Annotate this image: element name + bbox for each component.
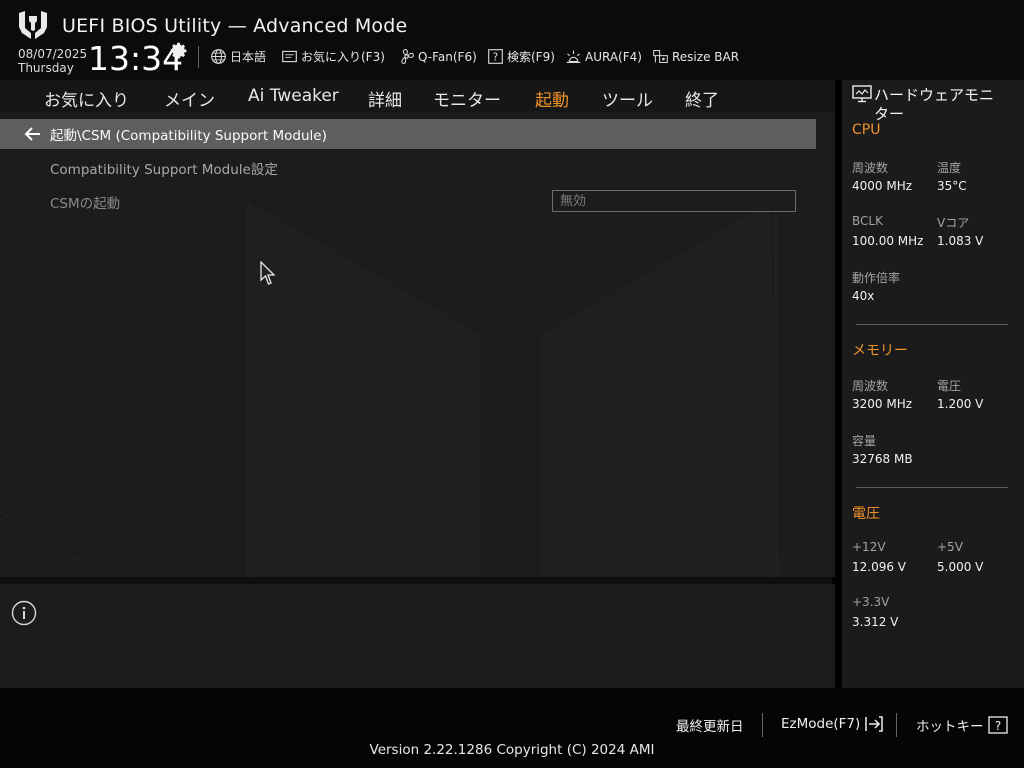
mem-freq-label: 周波数 — [852, 379, 889, 393]
top-bar: UEFI BIOS Utility — Advanced Mode 08/07/… — [0, 0, 1024, 80]
aura-label: AURA(F4) — [585, 49, 642, 64]
mouse-cursor-icon — [260, 261, 276, 285]
cpu-ratio-label: 動作倍率 — [852, 271, 901, 285]
ezmode-label: EzMode(F7) — [781, 716, 861, 732]
tab-favorites[interactable]: お気に入り — [44, 86, 129, 111]
clock-time: 13:34 — [88, 39, 184, 78]
search-button[interactable]: ? 検索(F9) — [487, 48, 555, 65]
cpu-bclk-value: 100.00 MHz — [852, 234, 924, 248]
cpu-section-title: CPU — [852, 122, 881, 138]
fan-icon — [401, 49, 414, 64]
ezmode-button[interactable]: EzMode(F7) — [781, 715, 884, 733]
hw-title-line1: ハードウェアモニ — [874, 86, 995, 104]
hw-divider — [856, 487, 1008, 488]
aura-button[interactable]: AURA(F4) — [565, 48, 642, 65]
mem-capacity-value: 32768 MB — [852, 452, 913, 466]
date-display: 08/07/2025 Thursday — [18, 47, 87, 75]
main-tab-bar: お気に入り メイン Ai Tweaker 詳細 モニター 起動 ツール 終了 — [0, 80, 835, 114]
v12-label: +12V — [852, 540, 886, 554]
monitor-icon — [852, 85, 872, 103]
tab-advanced[interactable]: 詳細 — [368, 86, 402, 111]
voltage-section-title: 電圧 — [852, 506, 880, 522]
cpu-ratio-value: 40x — [852, 289, 875, 303]
hotkeys-button[interactable]: ホットキー ? — [916, 715, 1008, 735]
hw-divider — [856, 324, 1008, 325]
footer-divider — [762, 713, 763, 737]
gear-icon[interactable] — [170, 42, 188, 60]
last-modified-label: 最終更新日 — [676, 719, 744, 735]
info-icon — [11, 600, 37, 626]
hotkeys-label: ホットキー — [916, 719, 984, 735]
language-label: 日本語 — [230, 50, 267, 64]
settings-panel: 起動\CSM (Compatibility Support Module) Co… — [0, 112, 835, 577]
globe-icon — [211, 49, 226, 64]
resize-bar-label: Resize BAR — [672, 49, 740, 64]
svg-text:?: ? — [994, 719, 1000, 733]
tuf-logo-icon — [19, 11, 47, 39]
app-title: UEFI BIOS Utility — Advanced Mode — [62, 15, 408, 37]
aura-light-icon — [566, 50, 581, 64]
cpu-vcore-value: 1.083 V — [937, 234, 984, 248]
weekday-text: Thursday — [18, 61, 74, 75]
footer-divider — [896, 713, 897, 737]
help-search-icon: ? — [488, 49, 503, 64]
v5-value: 5.000 V — [937, 560, 984, 574]
v12-value: 12.096 V — [852, 560, 907, 574]
search-label: 検索(F9) — [507, 50, 555, 64]
csm-launch-label: CSMの起動 — [50, 196, 121, 212]
cpu-vcore-label: Vコア — [937, 216, 970, 230]
toolbar-divider — [198, 46, 199, 68]
favorites-label: お気に入り(F3) — [301, 50, 385, 64]
v33-value: 3.312 V — [852, 615, 899, 629]
footer-bar: 最終更新日 EzMode(F7) ホットキー ? Version 2.22.12… — [0, 688, 1024, 768]
back-arrow-icon[interactable] — [23, 124, 43, 144]
mem-volt-value: 1.200 V — [937, 397, 984, 411]
csm-launch-select[interactable]: 無効 — [552, 190, 796, 212]
tab-exit[interactable]: 終了 — [685, 86, 719, 111]
mem-capacity-label: 容量 — [852, 434, 877, 448]
question-icon: ? — [987, 716, 1008, 734]
mem-volt-label: 電圧 — [937, 379, 962, 393]
cpu-bclk-label: BCLK — [852, 214, 883, 228]
last-modified-button[interactable]: 最終更新日 — [676, 715, 744, 735]
background-decoration — [0, 202, 780, 577]
v33-label: +3.3V — [852, 595, 890, 609]
cpu-freq-label: 周波数 — [852, 161, 889, 175]
hardware-monitor-panel: ハードウェアモニ ター CPU 周波数 4000 MHz 温度 35°C BCL… — [842, 80, 1024, 688]
breadcrumb-bar[interactable]: 起動\CSM (Compatibility Support Module) — [0, 119, 816, 149]
favorites-button[interactable]: お気に入り(F3) — [281, 48, 385, 65]
help-panel — [0, 584, 835, 688]
date-text: 08/07/2025 — [18, 47, 88, 61]
tab-boot[interactable]: 起動 — [535, 86, 569, 114]
qfan-label: Q-Fan(F6) — [418, 49, 477, 64]
cpu-temp-label: 温度 — [937, 161, 962, 175]
resize-bar-button[interactable]: Resize BAR — [652, 48, 739, 65]
section-header: Compatibility Support Module設定 — [50, 162, 278, 178]
favorites-icon — [282, 50, 297, 63]
qfan-button[interactable]: Q-Fan(F6) — [398, 48, 477, 65]
cpu-temp-value: 35°C — [937, 179, 967, 193]
breadcrumb-text: 起動\CSM (Compatibility Support Module) — [50, 128, 327, 144]
exit-arrow-icon — [865, 716, 884, 732]
tab-tool[interactable]: ツール — [602, 86, 653, 111]
memory-section-title: メモリー — [852, 343, 908, 359]
hw-monitor-title: ハードウェアモニ ター — [852, 85, 1014, 124]
version-text: Version 2.22.1286 Copyright (C) 2024 AMI — [369, 742, 655, 758]
language-button[interactable]: 日本語 — [210, 48, 266, 65]
svg-text:?: ? — [493, 52, 498, 63]
tab-main[interactable]: メイン — [164, 86, 215, 111]
v5-label: +5V — [937, 540, 963, 554]
mem-freq-value: 3200 MHz — [852, 397, 913, 411]
resize-bar-icon — [653, 50, 668, 63]
tab-monitor[interactable]: モニター — [433, 86, 501, 111]
tab-ai-tweaker[interactable]: Ai Tweaker — [248, 86, 339, 106]
cpu-freq-value: 4000 MHz — [852, 179, 913, 193]
help-divider — [0, 577, 832, 584]
